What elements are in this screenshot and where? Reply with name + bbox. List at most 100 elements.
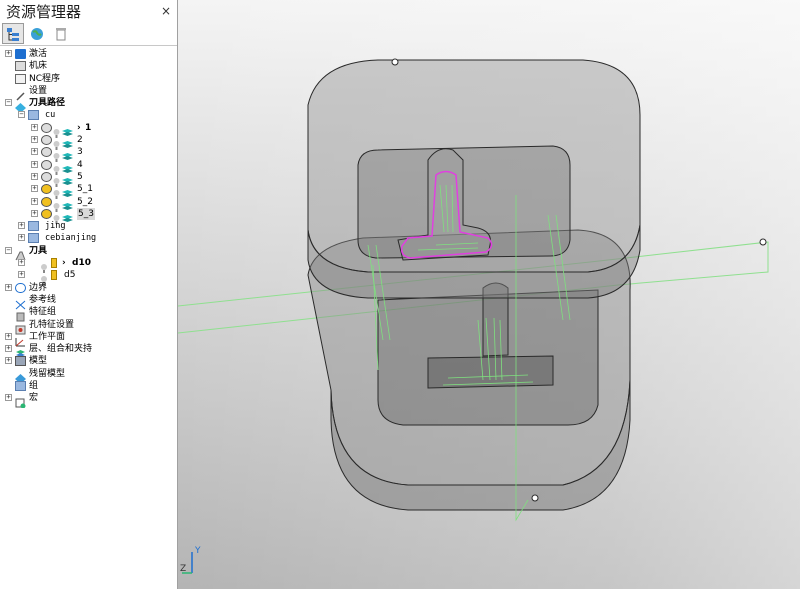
tree-item-machine[interactable]: 机床 (0, 60, 177, 72)
tree-item-boundary[interactable]: + 边界 (0, 282, 177, 294)
tree-item-path[interactable]: +3 (0, 146, 177, 163)
tree-label: d10 (72, 258, 91, 269)
explorer-tree-icon[interactable] (2, 23, 24, 44)
tree-item-feature-group[interactable]: 特征组 (0, 306, 177, 322)
folder-icon (28, 233, 39, 244)
active-marker: › (77, 122, 81, 133)
tree-item-folder-cebianjing[interactable]: + cebianjing (0, 232, 177, 244)
expand-icon[interactable]: + (5, 283, 12, 291)
tree-label: 特征组 (29, 307, 57, 318)
lightbulb-icon (53, 184, 60, 200)
tree-item-folder-jing[interactable]: + jing (0, 220, 177, 232)
tree-item-workplane[interactable]: + 工作平面 (0, 331, 177, 347)
workplane-icon (15, 332, 26, 347)
expand-icon[interactable]: + (31, 185, 38, 193)
tree-item-toolpaths[interactable]: − 刀具路径 (0, 97, 177, 114)
layers-icon (62, 147, 73, 161)
tree-label: 组 (29, 381, 39, 392)
tree-item-hole-feature[interactable]: 孔特征设置 (0, 319, 177, 335)
expand-icon[interactable]: + (5, 50, 12, 57)
tree-label: 残留模型 (29, 368, 66, 379)
expand-icon[interactable]: + (31, 123, 38, 131)
check-icon (41, 171, 52, 182)
close-icon[interactable]: × (161, 4, 171, 18)
tree-item-macro[interactable]: + 宏 (0, 392, 177, 409)
tree-label: 5_3 (77, 207, 95, 220)
graphics-viewport[interactable]: Y Z (178, 0, 800, 589)
expand-icon[interactable]: + (31, 172, 38, 180)
tree-label: 宏 (29, 393, 39, 404)
expand-icon[interactable]: + (18, 259, 25, 267)
tree-item-folder-cu[interactable]: − cu (0, 109, 177, 121)
expand-icon[interactable]: + (5, 345, 12, 353)
model-view[interactable]: Y Z (178, 0, 800, 589)
explorer-toolbar (0, 22, 177, 46)
tree-item-activation[interactable]: + 激活 (0, 48, 177, 60)
tree-item-nc-program[interactable]: NC程序 (0, 73, 177, 85)
tree-item-path[interactable]: +4 (0, 159, 177, 175)
expand-icon[interactable]: + (31, 148, 38, 156)
tree-item-path[interactable]: +5_3 (0, 207, 177, 224)
axis-y-label: Y (194, 546, 201, 556)
tree-item-stock-model[interactable]: 残留模型 (0, 368, 177, 384)
tree-label: 激活 (29, 49, 48, 59)
group-icon (15, 381, 26, 392)
collapse-icon[interactable]: − (18, 111, 25, 119)
tree-item-settings[interactable]: 设置 (0, 85, 177, 101)
check-icon (41, 122, 52, 133)
lightbulb-icon (53, 209, 60, 224)
tree-label: 5 (77, 171, 83, 182)
warning-icon (41, 184, 52, 195)
explorer-title: 资源管理器 (6, 2, 82, 21)
tool-icon (15, 246, 26, 260)
lightbulb-icon (53, 197, 60, 212)
expand-icon[interactable]: + (31, 136, 38, 144)
expand-icon[interactable]: + (31, 160, 38, 168)
check-icon (41, 135, 52, 146)
tree-item-path[interactable]: + › 1 (0, 122, 177, 138)
tree-label: 2 (77, 135, 83, 146)
globe-icon[interactable] (26, 23, 48, 44)
layers-icon (62, 160, 73, 173)
lightbulb-icon (53, 172, 60, 187)
lightbulb-icon (40, 258, 51, 274)
tree-item-path[interactable]: +2 (0, 134, 177, 151)
explorer-panel: 资源管理器 × + 激活 机床 NC程序 设置 − 刀具路径 − cu + › … (0, 0, 178, 589)
tree-item-path[interactable]: +5_2 (0, 196, 177, 212)
collapse-icon[interactable]: − (5, 99, 12, 107)
tree-item-reference-line[interactable]: 参考线 (0, 294, 177, 310)
layers-icon (62, 197, 73, 210)
expand-icon[interactable]: + (18, 222, 25, 230)
tree-item-path[interactable]: +5_1 (0, 183, 177, 200)
collapse-icon[interactable]: − (5, 246, 12, 254)
tree-label: 5_2 (77, 196, 93, 207)
expand-icon[interactable]: + (5, 357, 12, 365)
tree-label: 参考线 (29, 294, 57, 305)
tree-item-tool-d5[interactable]: + d5 (0, 269, 177, 286)
expand-icon[interactable]: + (18, 271, 25, 279)
expand-icon[interactable]: + (31, 209, 38, 217)
hole-feature-icon (15, 320, 26, 335)
tree-label: NC程序 (29, 73, 61, 84)
lightbulb-icon (53, 135, 60, 151)
tree-item-path[interactable]: +5 (0, 171, 177, 187)
expand-icon[interactable]: + (18, 234, 25, 242)
delete-icon[interactable] (50, 23, 72, 44)
warning-icon (41, 208, 52, 219)
folder-icon (28, 110, 39, 121)
tree-item-group[interactable]: 组 (0, 380, 177, 392)
tree-item-tool-d10[interactable]: + › d10 (0, 257, 177, 274)
tree-item-tools[interactable]: − 刀具 (0, 245, 177, 260)
check-icon (41, 147, 52, 158)
tree-label: jing (45, 221, 66, 232)
expand-icon[interactable]: + (5, 332, 12, 340)
expand-icon[interactable]: + (5, 394, 12, 402)
tree-item-model[interactable]: + 模型 (0, 355, 177, 367)
tree-item-layers[interactable]: + 层、组合和夹持 (0, 343, 177, 358)
upper-body (307, 59, 641, 299)
explorer-tree: + 激活 机床 NC程序 设置 − 刀具路径 − cu + › 1 + 2 + … (0, 46, 177, 409)
expand-icon[interactable]: + (31, 197, 38, 205)
layers-icon (62, 123, 73, 136)
axis-z-label: Z (180, 564, 186, 574)
layers-icon (62, 209, 73, 222)
